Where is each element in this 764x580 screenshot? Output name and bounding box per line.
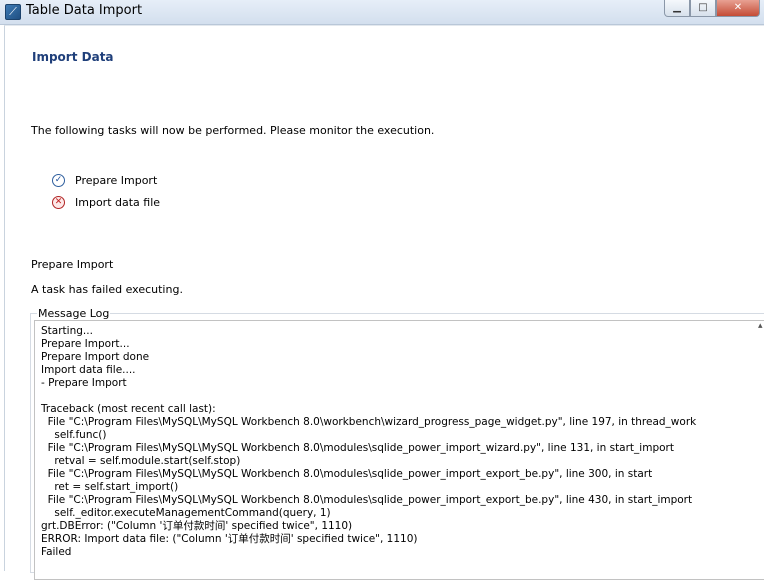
log-line: Prepare Import... <box>41 338 130 350</box>
log-line: Prepare Import done <box>41 351 150 363</box>
log-line: Import data file.... <box>41 364 136 376</box>
checkmark-icon: ✓ <box>52 174 65 187</box>
task-label: Import data file <box>75 196 161 209</box>
title-bar: ⟋ Table Data Import ▁ □ ✕ <box>0 0 764 25</box>
log-line: - Prepare Import <box>41 377 127 389</box>
log-line: File "C:\Program Files\MySQL\MySQL Workb… <box>47 494 693 506</box>
message-log-content: Starting... Prepare Import... Prepare Im… <box>41 325 696 559</box>
minimize-button[interactable]: ▁ <box>664 0 690 17</box>
error-icon: ✕ <box>52 196 65 209</box>
minimize-icon: ▁ <box>673 2 681 13</box>
log-line: Starting... <box>41 325 93 337</box>
task-status-text: A task has failed executing. <box>31 283 183 296</box>
close-button[interactable]: ✕ <box>716 0 760 17</box>
log-line: File "C:\Program Files\MySQL\MySQL Workb… <box>47 442 674 454</box>
window-title: Table Data Import <box>26 3 143 18</box>
window-controls: ▁ □ ✕ <box>664 0 760 17</box>
scroll-up-arrow-icon[interactable]: ▴ <box>758 321 764 333</box>
log-line: Traceback (most recent call last): <box>41 403 216 415</box>
log-line: ERROR: Import data file: ("Column '订单付款时… <box>41 533 418 545</box>
log-line: File "C:\Program Files\MySQL\MySQL Workb… <box>47 468 653 480</box>
intro-text: The following tasks will now be performe… <box>31 124 435 137</box>
page-title: Import Data <box>32 50 114 64</box>
maximize-button[interactable]: □ <box>690 0 716 17</box>
log-line: ret = self.start_import() <box>54 481 179 493</box>
task-item-import-data-file: ✕ Import data file <box>52 196 160 209</box>
log-line: self._editor.executeManagementCommand(qu… <box>54 507 331 519</box>
task-item-prepare-import: ✓ Prepare Import <box>52 174 157 187</box>
log-line: self.func() <box>54 429 107 441</box>
task-label: Prepare Import <box>75 174 158 187</box>
log-line: File "C:\Program Files\MySQL\MySQL Workb… <box>47 416 697 428</box>
message-log-label: Message Log <box>37 307 111 320</box>
log-line: retval = self.module.start(self.stop) <box>54 455 241 467</box>
mysql-workbench-icon: ⟋ <box>5 4 21 20</box>
close-icon: ✕ <box>733 2 743 13</box>
log-line: Failed <box>41 546 72 558</box>
log-line: grt.DBError: ("Column '订单付款时间' specified… <box>41 520 353 532</box>
current-task-title: Prepare Import <box>31 258 114 271</box>
message-log-textarea[interactable]: Starting... Prepare Import... Prepare Im… <box>34 320 764 580</box>
maximize-icon: □ <box>698 2 708 13</box>
